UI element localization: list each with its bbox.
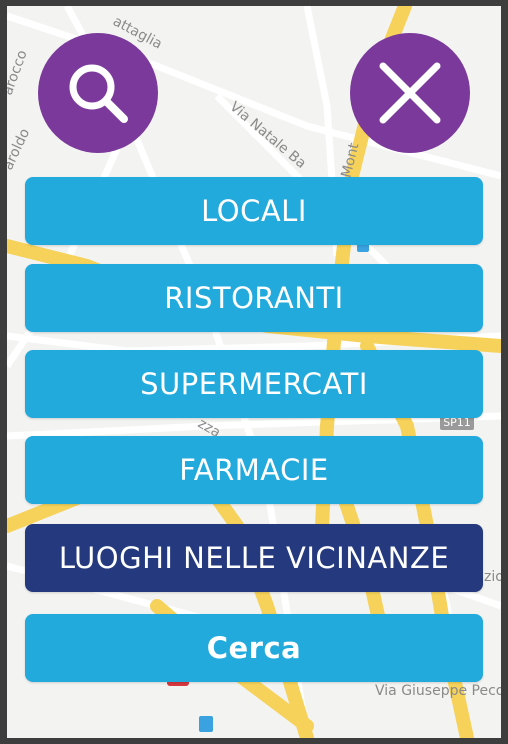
search-icon (69, 64, 128, 123)
street-label-zio: zio (484, 569, 501, 585)
close-button[interactable] (350, 33, 470, 153)
close-icon (379, 62, 441, 124)
search-button[interactable] (38, 33, 158, 153)
street-label-peco: Via Giuseppe Peco (375, 683, 501, 699)
locali-button[interactable]: LOCALI (25, 177, 483, 245)
luoghi-nelle-vicinanze-button[interactable]: LUOGHI NELLE VICINANZE (25, 524, 483, 592)
cerca-button[interactable]: Cerca (25, 614, 483, 682)
bus-stop-pin (199, 716, 213, 732)
ristoranti-button[interactable]: RISTORANTI (25, 264, 483, 332)
app-frame: SP11 attaglia Via Natale Ba e Mont arocc… (7, 6, 501, 738)
farmacie-button[interactable]: FARMACIE (25, 436, 483, 504)
supermercati-button[interactable]: SUPERMERCATI (25, 350, 483, 418)
